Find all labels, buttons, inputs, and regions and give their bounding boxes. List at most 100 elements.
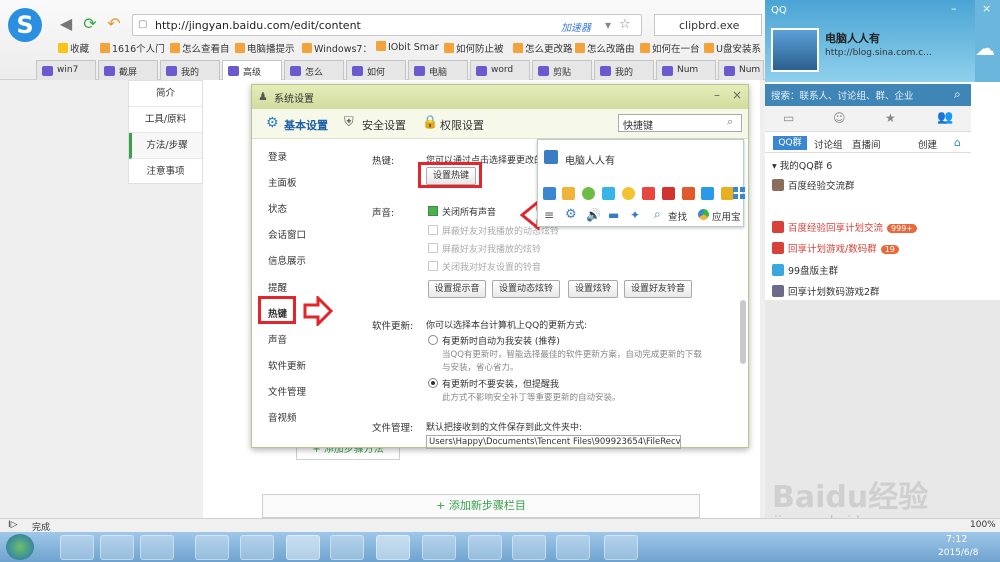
nav-audio-video[interactable]: 音视频 bbox=[268, 410, 297, 424]
taskbar-app[interactable] bbox=[330, 535, 364, 560]
sidebar-toggle-icon[interactable]: I▷ bbox=[8, 520, 18, 530]
outline-item-steps[interactable]: 方法/步骤 bbox=[129, 133, 202, 159]
taskbar-app[interactable] bbox=[512, 535, 546, 560]
browser-tab[interactable]: 怎么 bbox=[284, 60, 344, 80]
set-friend-ring-button[interactable]: 设置好友铃音 bbox=[624, 280, 692, 298]
browser-tab[interactable]: win7 bbox=[36, 60, 96, 80]
mute-all-checkbox[interactable] bbox=[428, 206, 438, 216]
browser-tab[interactable]: word bbox=[470, 60, 530, 80]
zoom-level[interactable]: 100% bbox=[970, 520, 996, 530]
bookmark-item[interactable]: 如何在一台 bbox=[640, 41, 700, 55]
tab-security-settings[interactable]: 安全设置 bbox=[362, 117, 406, 133]
bookmark-item[interactable]: 收藏 bbox=[58, 41, 89, 55]
taskbar-app[interactable] bbox=[140, 535, 174, 560]
menu-icon[interactable]: ≡ bbox=[544, 208, 554, 222]
block-ring-checkbox[interactable] bbox=[428, 243, 438, 253]
search-icon[interactable]: ⌕ bbox=[954, 87, 961, 102]
group-item[interactable]: 回享计划数码游戏2群 bbox=[772, 284, 880, 298]
clock-time[interactable]: 7:12 bbox=[946, 534, 967, 545]
star-icon[interactable]: ☆ bbox=[619, 17, 631, 32]
bookmark-item[interactable]: 怎么更改路 bbox=[513, 41, 573, 55]
taskbar-app[interactable] bbox=[60, 535, 94, 560]
disable-friend-tone-checkbox[interactable] bbox=[428, 261, 438, 271]
browser-tab[interactable]: 如何 bbox=[346, 60, 406, 80]
refresh-icon[interactable]: ⟳ bbox=[80, 14, 100, 34]
browser-tab[interactable]: 我的 bbox=[160, 60, 220, 80]
find-icon[interactable]: ⌕ bbox=[654, 207, 661, 222]
nav-sound[interactable]: 声音 bbox=[268, 332, 287, 346]
tab-qq-groups[interactable]: QQ群 bbox=[773, 136, 807, 150]
browser-tab[interactable]: Num bbox=[718, 60, 764, 80]
contact-icon[interactable]: ☺ bbox=[833, 111, 846, 125]
app-store-icon[interactable] bbox=[698, 209, 709, 220]
taskbar-qq-icon[interactable] bbox=[556, 535, 590, 560]
grid-icon[interactable] bbox=[733, 187, 745, 199]
bookmark-item[interactable]: 怎么改路由 bbox=[575, 41, 635, 55]
nav-info-display[interactable]: 信息展示 bbox=[268, 253, 306, 267]
minimize-icon[interactable]: – bbox=[951, 2, 957, 15]
bookmark-item[interactable]: 怎么查看自 bbox=[170, 41, 230, 55]
taskbar-sogou-icon[interactable] bbox=[286, 535, 320, 560]
nav-software-update[interactable]: 软件更新 bbox=[268, 358, 306, 372]
nav-main-panel[interactable]: 主面板 bbox=[268, 175, 297, 189]
taskbar-app[interactable] bbox=[604, 535, 638, 560]
back-arrow-icon[interactable]: ◀ bbox=[56, 14, 76, 34]
tab-permission-settings[interactable]: 权限设置 bbox=[440, 117, 484, 133]
set-prompt-sound-button[interactable]: 设置提示音 bbox=[428, 280, 486, 298]
taskbar-app[interactable] bbox=[376, 535, 410, 560]
browser-tab[interactable]: Num bbox=[656, 60, 716, 80]
group-icon[interactable]: 👥 bbox=[937, 110, 953, 125]
qq-search-input[interactable]: 搜索：联系人、讨论组、群、企业 bbox=[765, 84, 971, 106]
my-groups-header[interactable]: ▾ 我的QQ群 6 bbox=[772, 158, 832, 172]
tab-live[interactable]: 直播间 bbox=[852, 137, 881, 151]
minimize-icon[interactable]: – bbox=[714, 88, 720, 102]
star-icon[interactable]: ★ bbox=[885, 111, 896, 125]
browser-tab-active[interactable]: 高级 bbox=[222, 60, 282, 80]
bookmark-icon[interactable]: ✦ bbox=[630, 208, 640, 222]
user-signature[interactable]: http://blog.sina.com.c... bbox=[825, 48, 932, 58]
bookmark-item[interactable]: 如何防止被 bbox=[444, 41, 504, 55]
home-icon[interactable]: ⌂ bbox=[954, 136, 961, 149]
set-ring-button[interactable]: 设置炫铃 bbox=[568, 280, 618, 298]
accelerator-label[interactable]: 加速器 bbox=[561, 19, 591, 34]
taskbar-app[interactable] bbox=[468, 535, 502, 560]
bookmark-item[interactable]: 1616个人门 bbox=[100, 41, 165, 55]
close-icon[interactable]: × bbox=[982, 2, 991, 15]
app-icon[interactable] bbox=[622, 187, 635, 200]
app-icon[interactable] bbox=[642, 187, 655, 200]
group-item[interactable]: 回享计划游戏/数码群 19 bbox=[772, 241, 899, 255]
find-label[interactable]: 查找 bbox=[668, 209, 687, 223]
group-item[interactable]: 99盘版主群 bbox=[772, 263, 838, 277]
gear-icon[interactable]: ⚙ bbox=[565, 207, 577, 222]
auto-update-radio[interactable] bbox=[428, 335, 438, 345]
undo-icon[interactable]: ↶ bbox=[104, 14, 124, 34]
sogou-browser-logo[interactable]: S bbox=[8, 8, 42, 42]
nav-chat-window[interactable]: 会话窗口 bbox=[268, 227, 306, 241]
settings-search-input[interactable]: 快捷键 ⌕ bbox=[618, 114, 742, 132]
browser-search-box[interactable]: clipbrd.exe bbox=[654, 14, 762, 36]
outline-item-notes[interactable]: 注意事项 bbox=[129, 159, 202, 185]
search-icon[interactable]: ⌕ bbox=[727, 115, 733, 129]
outline-item-intro[interactable]: 简介 bbox=[129, 81, 202, 107]
set-dynamic-ring-button[interactable]: 设置动态炫铃 bbox=[492, 280, 560, 298]
add-step-button[interactable]: + 添加新步骤栏目 bbox=[262, 494, 700, 518]
outline-item-tools[interactable]: 工具/原料 bbox=[129, 107, 202, 133]
nav-login[interactable]: 登录 bbox=[268, 149, 287, 163]
app-icon[interactable] bbox=[662, 187, 675, 200]
address-bar[interactable]: ▢ http://jingyan.baidu.com/edit/content … bbox=[132, 14, 642, 36]
taskbar-app[interactable] bbox=[195, 535, 229, 560]
nav-file-management[interactable]: 文件管理 bbox=[268, 384, 306, 398]
play-icon[interactable] bbox=[602, 187, 615, 200]
bookmark-item[interactable]: U盘安装系 bbox=[704, 41, 761, 55]
start-button[interactable] bbox=[6, 534, 34, 560]
taskbar-folder-icon[interactable] bbox=[100, 535, 134, 560]
browser-tab[interactable]: 我的 bbox=[594, 60, 654, 80]
speaker-icon[interactable]: 🔊 bbox=[586, 208, 601, 222]
taskbar-app[interactable] bbox=[422, 535, 456, 560]
tab-basic-settings[interactable]: 基本设置 bbox=[284, 117, 328, 133]
app-icon[interactable] bbox=[701, 187, 714, 200]
nav-status[interactable]: 状态 bbox=[268, 201, 287, 215]
close-icon[interactable]: × bbox=[732, 88, 742, 102]
create-group-button[interactable]: 创建 bbox=[918, 137, 937, 151]
app-icon[interactable] bbox=[562, 187, 575, 200]
